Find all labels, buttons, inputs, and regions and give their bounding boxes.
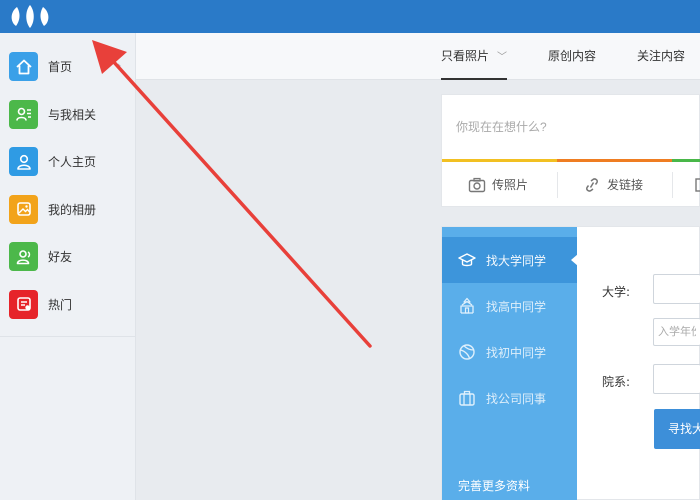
friends-icon	[9, 242, 38, 272]
sidebar-item-related[interactable]: 与我相关	[0, 91, 136, 139]
share-link-button[interactable]: 发链接	[583, 162, 643, 207]
sidebar-item-home[interactable]: 首页 ›	[0, 43, 136, 91]
sidebar-divider	[0, 336, 136, 337]
sidebar-item-label: 我的相册	[48, 202, 97, 217]
tab-original-content[interactable]: 原创内容	[548, 33, 596, 80]
sidebar-item-label: 与我相关	[48, 107, 97, 122]
tab-photos-only[interactable]: 只看照片 ﹀	[441, 33, 508, 80]
status-composer: 传照片 发链接	[441, 94, 700, 207]
finder-menu: 找大学同学 找高中同学 找初中同学 找公司同事 完善更多资料	[442, 227, 578, 500]
hot-icon	[9, 289, 38, 319]
photo-album-icon	[9, 194, 38, 224]
tab-label: 只看照片	[441, 49, 490, 63]
find-classmates-button[interactable]: 寻找大学同学	[654, 409, 700, 449]
more-action-button[interactable]	[694, 162, 700, 207]
sidebar: 首页 › 与我相关 个人主页 我的相册 好友 热门	[0, 33, 136, 500]
university-label: 大学:	[602, 285, 631, 299]
sidebar-item-hot[interactable]: 热门	[0, 281, 136, 329]
find-classmates-panel: 找大学同学 找高中同学 找初中同学 找公司同事 完善更多资料 大学: 院系: 寻…	[441, 226, 700, 500]
action-label: 传照片	[492, 178, 529, 192]
chevron-right-icon: ›	[117, 59, 122, 72]
camera-icon	[468, 177, 486, 192]
finder-item-label: 找公司同事	[486, 391, 547, 406]
finder-item-label: 找高中同学	[486, 299, 547, 314]
finder-tab-middle-school[interactable]: 找初中同学	[442, 329, 577, 375]
feed-filter-bar: 只看照片 ﹀ 原创内容 关注内容	[136, 33, 700, 80]
university-input[interactable]	[653, 274, 700, 304]
finder-tab-university[interactable]: 找大学同学	[442, 237, 578, 283]
graduation-cap-icon	[458, 251, 476, 269]
sidebar-item-label: 首页	[48, 60, 73, 75]
department-input[interactable]	[653, 364, 700, 394]
tab-following-content[interactable]: 关注内容	[637, 33, 685, 80]
sidebar-item-label: 热门	[48, 297, 73, 312]
action-separator	[557, 172, 558, 198]
finder-item-label: 找初中同学	[486, 345, 547, 360]
top-bar	[0, 0, 700, 33]
finder-item-label: 找大学同学	[486, 253, 547, 268]
ball-icon	[458, 343, 476, 361]
arrow-shaft	[110, 58, 372, 348]
sidebar-item-label: 好友	[48, 250, 73, 265]
document-icon	[695, 177, 700, 192]
renren-logo[interactable]	[8, 2, 52, 30]
home-icon	[9, 52, 38, 82]
chevron-down-icon: ﹀	[497, 52, 508, 63]
complete-profile-link[interactable]: 完善更多资料	[458, 477, 530, 494]
active-indicator	[571, 254, 578, 266]
department-label: 院系:	[602, 375, 631, 389]
upload-photo-button[interactable]: 传照片	[468, 162, 528, 207]
tab-label: 原创内容	[548, 49, 597, 63]
contact-card-icon	[9, 99, 38, 129]
enrollment-year-input[interactable]	[653, 318, 700, 346]
person-icon	[9, 147, 38, 177]
sidebar-item-albums[interactable]: 我的相册	[0, 186, 136, 234]
building-icon	[458, 297, 476, 315]
sidebar-item-friends[interactable]: 好友	[0, 233, 136, 281]
tab-label: 关注内容	[637, 49, 686, 63]
action-separator	[672, 172, 673, 198]
action-label: 发链接	[607, 178, 644, 192]
finder-tab-high-school[interactable]: 找高中同学	[442, 283, 577, 329]
finder-tab-coworkers[interactable]: 找公司同事	[442, 375, 577, 421]
sidebar-list: 首页 › 与我相关 个人主页 我的相册 好友 热门	[0, 43, 136, 328]
link-icon	[586, 177, 598, 192]
sidebar-item-label: 个人主页	[48, 155, 97, 170]
composer-actions: 传照片 发链接	[442, 162, 700, 207]
sidebar-item-profile[interactable]: 个人主页	[0, 138, 136, 186]
briefcase-icon	[458, 389, 476, 407]
status-input[interactable]	[442, 95, 700, 159]
